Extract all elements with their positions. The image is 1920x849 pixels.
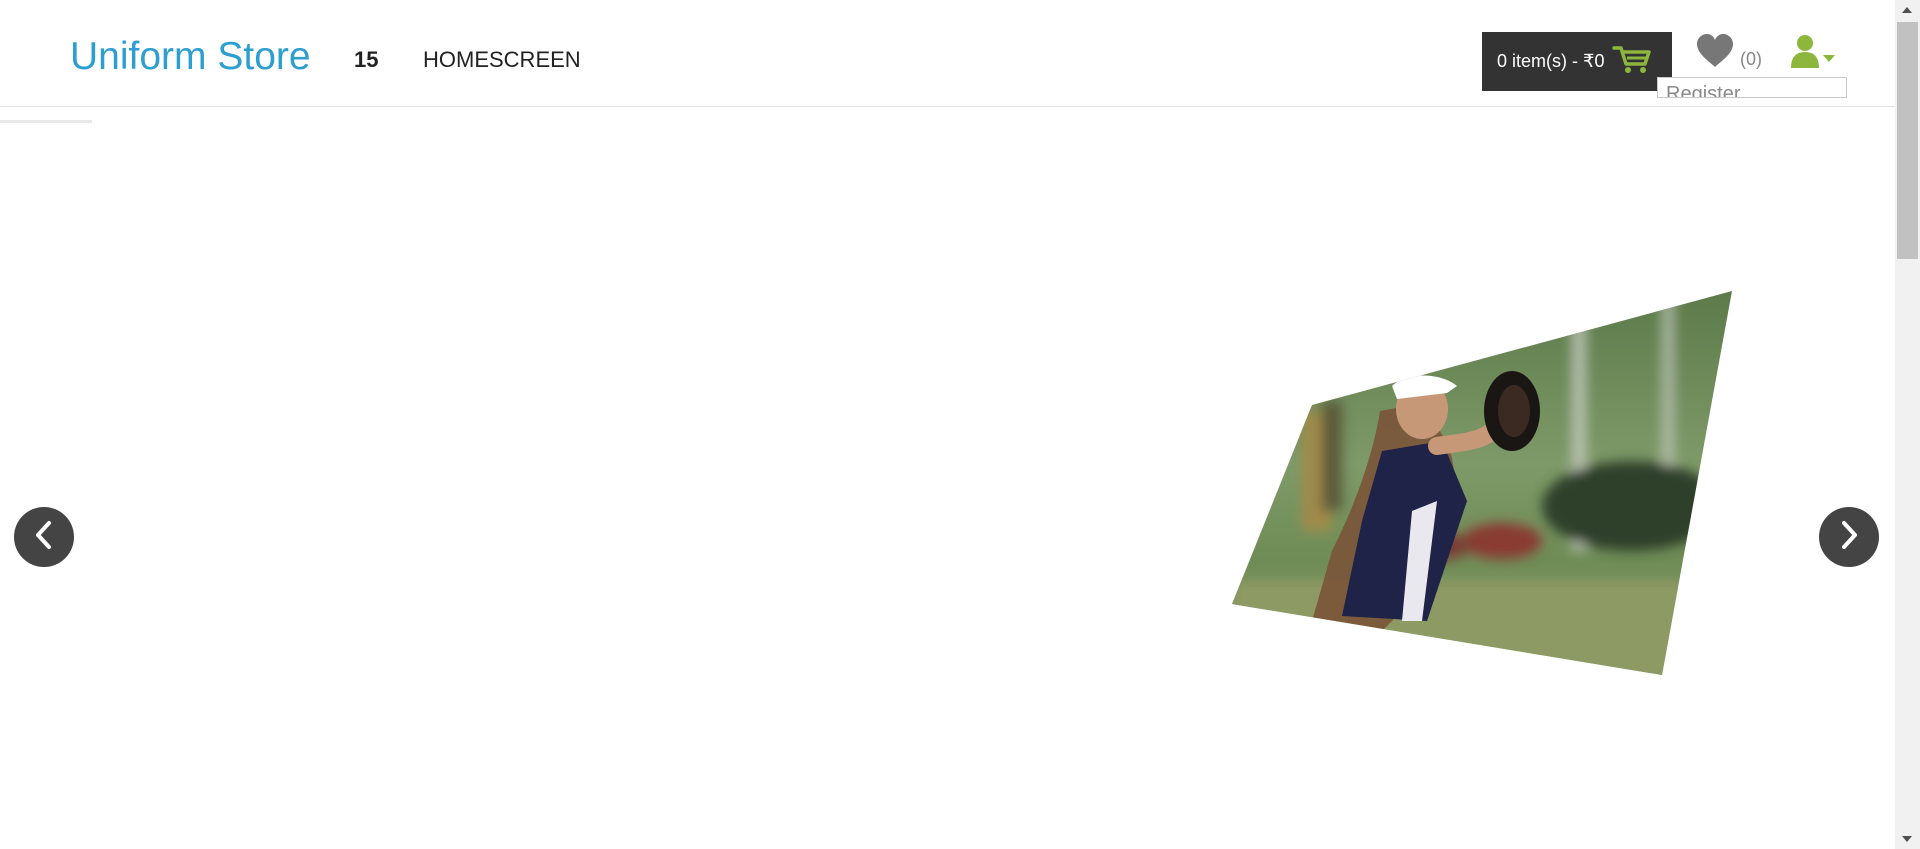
site-header: Uniform Store 15 HOMESCREEN 0 item(s) - … xyxy=(0,0,1895,107)
slider-prev-button[interactable] xyxy=(14,507,74,567)
user-menu-toggle[interactable] xyxy=(1790,34,1835,73)
wishlist-link[interactable]: (0) xyxy=(1696,34,1762,73)
heart-icon xyxy=(1696,34,1734,73)
wishlist-count: (0) xyxy=(1740,49,1762,69)
cart-button[interactable]: 0 item(s) - ₹0 xyxy=(1482,32,1672,91)
site-logo[interactable]: Uniform Store xyxy=(70,33,311,81)
nav-item-15[interactable]: 15 xyxy=(354,46,378,74)
register-label: Register xyxy=(1666,83,1741,98)
scrollbar-thumb[interactable] xyxy=(1897,22,1918,259)
chevron-down-icon xyxy=(1823,55,1835,62)
slider-progress-bar xyxy=(0,120,92,123)
scroll-up-icon[interactable] xyxy=(1902,7,1912,13)
page: Uniform Store 15 HOMESCREEN 0 item(s) - … xyxy=(0,0,1895,849)
chevron-left-icon xyxy=(32,520,56,555)
nav-item-homescreen[interactable]: HOMESCREEN xyxy=(423,46,581,74)
user-icon xyxy=(1790,34,1820,73)
cart-summary: 0 item(s) - ₹0 xyxy=(1497,51,1605,71)
slide-image xyxy=(1232,291,1732,675)
chevron-right-icon xyxy=(1837,520,1861,555)
register-dropdown-item[interactable]: Register xyxy=(1657,77,1847,98)
shopping-cart-icon xyxy=(1612,44,1652,79)
vertical-scrollbar[interactable] xyxy=(1895,0,1920,849)
slider-next-button[interactable] xyxy=(1819,507,1879,567)
scroll-down-icon[interactable] xyxy=(1902,836,1912,842)
